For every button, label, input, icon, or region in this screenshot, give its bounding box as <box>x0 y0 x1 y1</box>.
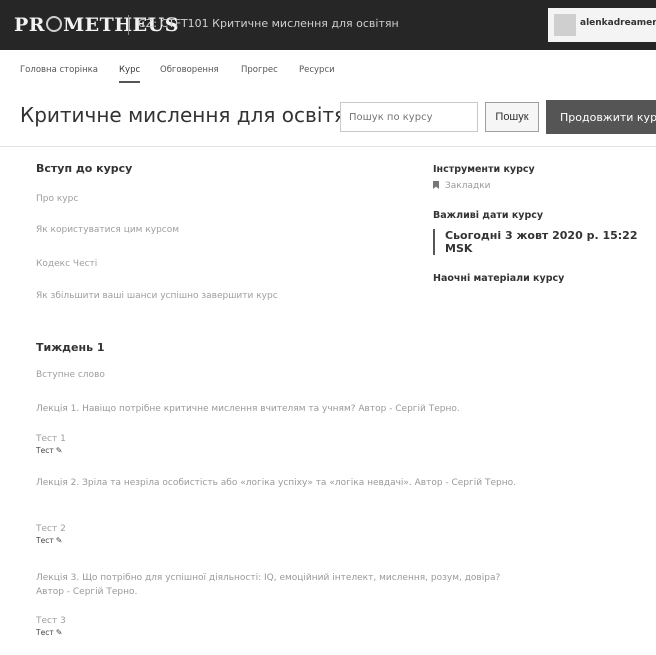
edit-icon: ✎ <box>55 628 63 637</box>
tab-discussion[interactable]: Обговорення <box>160 65 219 75</box>
test-1-label: Тест <box>36 446 54 455</box>
top-bar: PR METHEUS CZ: CTFT101 Критичне мислення … <box>0 0 656 50</box>
test-3-label: Тест <box>36 628 54 637</box>
search-input[interactable] <box>340 102 478 132</box>
outline-item-test-1[interactable]: Тест 1 <box>36 434 66 444</box>
tab-resources[interactable]: Ресурси <box>299 65 335 75</box>
section-title-intro: Вступ до курсу <box>36 162 133 175</box>
logo-ring-icon <box>46 16 63 32</box>
test-3-link[interactable]: Тест ✎ <box>36 628 62 637</box>
course-tools-title: Інструменти курсу <box>433 164 535 175</box>
continue-course-button[interactable]: Продовжити курс <box>546 100 656 134</box>
edit-icon: ✎ <box>55 536 63 545</box>
outline-item-test-3[interactable]: Тест 3 <box>36 616 66 626</box>
test-1-link[interactable]: Тест ✎ <box>36 446 62 455</box>
test-2-link[interactable]: Тест ✎ <box>36 536 62 545</box>
edit-icon: ✎ <box>55 446 63 455</box>
section-title-week1: Тиждень 1 <box>36 341 105 354</box>
tab-home[interactable]: Головна сторінка <box>20 65 98 75</box>
outline-item-lecture-2[interactable]: Лекція 2. Зріла та незріла особистість а… <box>36 476 516 490</box>
bookmarks-label: Закладки <box>445 181 491 191</box>
outline-item-lecture-1[interactable]: Лекція 1. Навіщо потрібне критичне мисле… <box>36 402 526 416</box>
today-date: Сьогодні 3 жовт 2020 р. 15:22 MSK <box>433 229 656 255</box>
user-menu[interactable]: alenkadreamer <box>548 8 656 42</box>
course-header: Критичне мислення для освітян Пошук Прод… <box>0 88 656 147</box>
outline-item-success-tips[interactable]: Як збільшити ваші шанси успішно завершит… <box>36 291 278 301</box>
course-code: CZ: CTFT101 Критичне мислення для освітя… <box>138 17 399 30</box>
tab-progress[interactable]: Прогрес <box>241 65 278 75</box>
bookmarks-link[interactable]: Закладки <box>433 181 491 191</box>
search-button[interactable]: Пошук <box>485 102 539 132</box>
page-title: Критичне мислення для освітян <box>20 103 360 127</box>
important-dates-title: Важливі дати курсу <box>433 210 544 221</box>
outline-item-test-2[interactable]: Тест 2 <box>36 524 66 534</box>
outline-item-about[interactable]: Про курс <box>36 194 78 204</box>
outline-item-intro-word[interactable]: Вступне слово <box>36 370 105 380</box>
course-outline: Вступ до курсу Про курс Як користуватися… <box>0 146 656 655</box>
divider <box>128 15 129 35</box>
test-2-label: Тест <box>36 536 54 545</box>
outline-item-honor-code[interactable]: Кодекс Честі <box>36 259 97 269</box>
outline-item-how-to-use[interactable]: Як користуватися цим курсом <box>36 225 179 235</box>
tab-course[interactable]: Курс <box>119 65 141 83</box>
avatar[interactable] <box>554 14 576 36</box>
course-tabs: Головна сторінка Курс Обговорення Прогре… <box>0 50 656 89</box>
bookmark-icon <box>433 181 439 189</box>
username[interactable]: alenkadreamer <box>580 18 656 28</box>
course-materials-title: Наочні матеріали курсу <box>433 273 565 284</box>
outline-item-lecture-3[interactable]: Лекція 3. Що потрібно для успішної діяль… <box>36 571 516 599</box>
